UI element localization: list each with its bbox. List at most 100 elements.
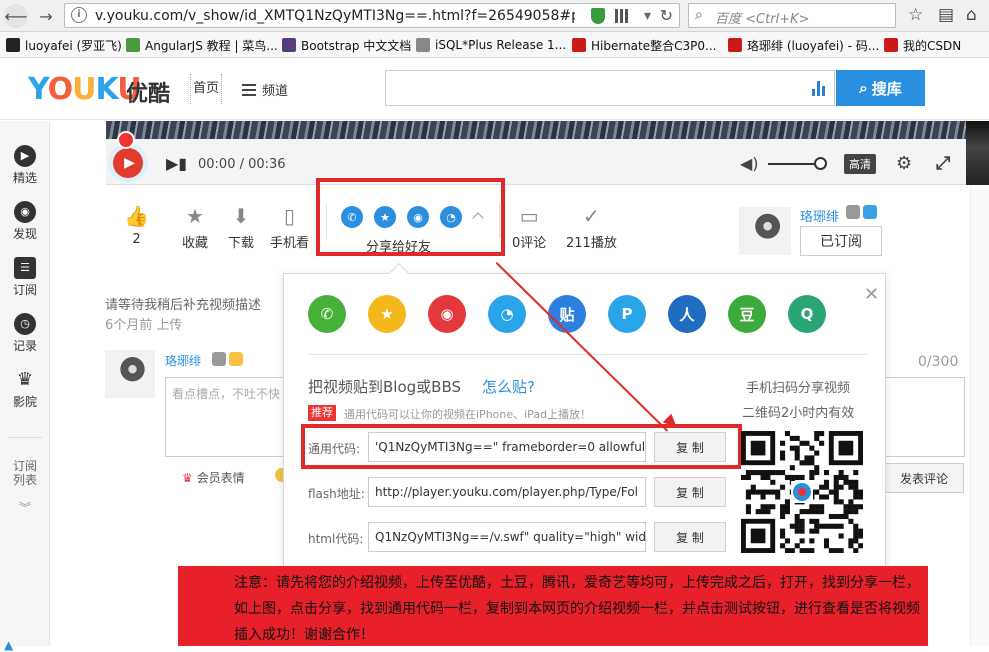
like-button[interactable]: 👍 2 <box>124 204 149 247</box>
post-comment-button[interactable]: 发表评论 <box>884 463 964 493</box>
quality-button[interactable]: 高清 <box>844 154 876 174</box>
search-button-label: 搜库 <box>871 79 902 98</box>
fullscreen-icon[interactable]: ⤢ <box>936 153 950 174</box>
sidebar-item-sub-list[interactable]: 订阅 列表 ︾ <box>0 445 50 529</box>
wechat-icon[interactable]: ✆ <box>308 295 346 333</box>
bookmark-item[interactable]: Hibernate整合C3P0... <box>572 36 716 54</box>
collect-button[interactable]: ★ 收藏 <box>182 204 208 251</box>
bookmark-label: 我的CSDN <box>903 38 962 53</box>
address-bar[interactable]: i v.youku.com/v_show/id_XMTQ1NzQyMTI3Ng=… <box>64 3 680 28</box>
douban-icon[interactable]: 豆 <box>728 295 766 333</box>
qr-icon[interactable] <box>615 9 629 23</box>
pengyou-icon[interactable]: P <box>608 295 646 333</box>
browser-toolbar: ⟵ → i v.youku.com/v_show/id_XMTQ1NzQyMTI… <box>0 0 989 32</box>
site-header: YOUKU 优酷 首页 频道 ⌕ 搜库 <box>0 58 989 120</box>
reload-icon[interactable]: ↻ <box>660 6 673 25</box>
download-button[interactable]: ⬇ 下载 <box>228 204 254 251</box>
bookmark-label: AngularJS 教程 | 菜鸟... <box>145 38 278 53</box>
dropdown-arrow-icon[interactable]: ▾ <box>644 8 651 24</box>
subscribe-button[interactable]: 已订阅 <box>800 226 882 256</box>
mobile-label: 手机看 <box>270 236 310 251</box>
back-icon[interactable]: ⟵ <box>4 4 28 28</box>
sidebar-item-label: 发现 <box>12 227 37 241</box>
qq-icon[interactable]: ◔ <box>488 295 526 333</box>
html-code-input[interactable]: Q1NzQyMTI3Ng==/v.swf" quality="high" wid… <box>368 522 646 552</box>
uploader-name[interactable]: 珞琊绯 <box>800 206 839 225</box>
trend-icon: ✓ <box>583 204 600 228</box>
avatar[interactable] <box>739 207 791 255</box>
qzone-icon[interactable]: ★ <box>368 295 406 333</box>
renren-icon[interactable]: 人 <box>668 295 706 333</box>
bookmarks-bar: luoyafei (罗亚飞) AngularJS 教程 | 菜鸟... Bootst… <box>0 32 989 58</box>
volume-slider[interactable] <box>768 163 820 165</box>
info-icon[interactable]: i <box>71 7 87 23</box>
bookmark-item[interactable]: Bootstrap 中文文档 <box>282 36 411 54</box>
forward-icon[interactable]: → <box>34 4 58 28</box>
member-emoji-label: 会员表情 <box>196 471 245 485</box>
play-button[interactable]: ▶ <box>108 143 148 183</box>
site-search-button[interactable]: ⌕ 搜库 <box>836 70 925 106</box>
sidebar-item-label: 订阅 列表 <box>12 459 37 487</box>
youku-logo[interactable]: YOUKU <box>28 72 142 108</box>
copy-html-button[interactable]: 复 制 <box>654 522 726 552</box>
sidebar-item-cinema[interactable]: ♛ 影院 <box>0 369 50 410</box>
gear-icon[interactable]: ⚙ <box>896 153 912 174</box>
sidebar-item-featured[interactable]: ▶ 精选 <box>0 145 50 186</box>
tieba-icon[interactable]: 贴 <box>548 295 586 333</box>
sidebar-item-label: 订阅 <box>12 283 37 297</box>
member-emoji-button[interactable]: ♛ 会员表情 <box>182 469 245 486</box>
shield-icon[interactable] <box>591 8 605 24</box>
youku-logo-cn[interactable]: 优酷 <box>126 76 170 108</box>
bookmarks-icon[interactable]: ▤ <box>938 5 954 25</box>
browser-search-input[interactable]: ⌕ 百度 <Ctrl+K> <box>688 3 896 28</box>
instruction-notice: 注意：请先将您的介绍视频，上传至优酷，土豆，腾讯，爱奇艺等均可，上传完成之后，打… <box>178 566 928 646</box>
next-icon[interactable]: ▶▮ <box>166 154 187 173</box>
close-icon[interactable]: ✕ <box>864 284 879 305</box>
bookmark-item[interactable]: AngularJS 教程 | 菜鸟... <box>126 36 278 54</box>
comment-user-name[interactable]: 珞琊绯 <box>165 352 201 369</box>
star-icon[interactable]: ☆ <box>908 5 923 25</box>
video-thumbnail[interactable] <box>966 121 989 185</box>
comments-button[interactable]: ▭ 0评论 <box>512 204 546 251</box>
crown-icon: ♛ <box>182 471 193 485</box>
nav-home[interactable]: 首页 <box>190 74 223 104</box>
qqweibo-icon[interactable]: Q <box>788 295 826 333</box>
play-circle-icon: ▶ <box>14 145 36 167</box>
bookmark-item[interactable]: 我的CSDN <box>884 36 961 54</box>
volume-knob[interactable] <box>814 157 827 170</box>
rss-icon: ☰ <box>14 257 36 279</box>
progress-handle[interactable] <box>117 131 135 149</box>
star-icon: ★ <box>186 204 204 228</box>
sidebar-item-discover[interactable]: ◉ 发现 <box>0 201 50 242</box>
vip-icon <box>229 352 243 366</box>
avatar[interactable] <box>105 350 155 398</box>
weibo-icon[interactable]: ◉ <box>428 295 466 333</box>
verified-icon <box>863 205 877 219</box>
copy-flash-button[interactable]: 复 制 <box>654 477 726 507</box>
video-description: 请等待我稍后补充视频描述 <box>105 298 262 313</box>
download-label: 下载 <box>228 236 255 251</box>
home-icon[interactable]: ⌂ <box>966 5 977 25</box>
annotation-box-code <box>301 424 742 469</box>
github-icon <box>6 38 20 52</box>
flash-url-input[interactable]: http://player.youku.com/player.php/Type/… <box>368 477 646 507</box>
mobile-button[interactable]: ▯ 手机看 <box>270 204 309 251</box>
site-search-input[interactable] <box>385 70 835 106</box>
how-to-link[interactable]: 怎么贴? <box>482 376 535 397</box>
volume-icon[interactable]: ◀) <box>740 154 759 173</box>
nav-channel[interactable]: 频道 <box>242 80 288 99</box>
recommend-badge: 推荐 <box>308 405 336 421</box>
scroll-indicator-icon[interactable]: ▲ <box>4 638 13 652</box>
bookmark-item[interactable]: iSQL*Plus Release 1... <box>416 36 566 54</box>
bookmark-item[interactable]: 珞琊绯 (luoyafei) - 码... <box>728 36 879 54</box>
comments-label: 0评论 <box>512 236 547 251</box>
bookmark-item[interactable]: luoyafei (罗亚飞) <box>6 36 122 54</box>
video-frame[interactable] <box>106 121 966 139</box>
play-icon: ▶ <box>113 148 143 178</box>
sidebar-item-history[interactable]: ◷ 记录 <box>0 313 50 354</box>
sidebar-item-subscribe[interactable]: ☰ 订阅 <box>0 257 50 298</box>
phone-icon: ▯ <box>284 204 296 228</box>
chart-bars-icon[interactable] <box>812 80 828 96</box>
eye-icon: ◉ <box>14 201 36 223</box>
runoob-icon <box>126 38 140 52</box>
